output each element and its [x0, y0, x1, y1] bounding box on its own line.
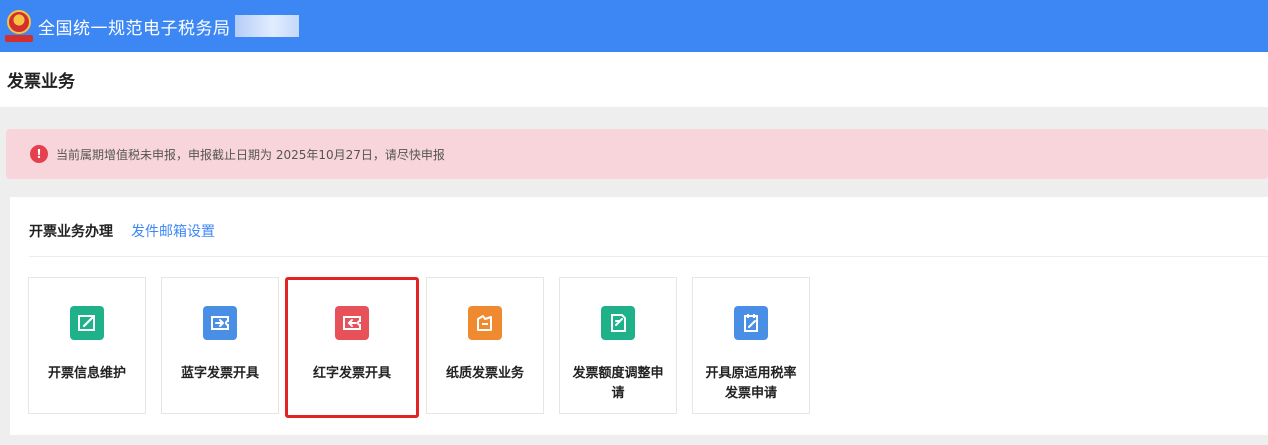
paper-invoice-icon: [468, 306, 502, 340]
panel-header: 开票业务办理 发件邮箱设置: [29, 221, 215, 241]
tax-rate-request-icon: [734, 306, 768, 340]
exclamation-icon: !: [30, 145, 48, 163]
card-label: 开具原适用税率发票申请: [705, 366, 797, 401]
invoicing-panel: 开票业务办理 发件邮箱设置 开票信息维护 蓝字发票开具 红字发票开具 纸质发票业…: [10, 197, 1268, 435]
blue-invoice-icon: [203, 306, 237, 340]
quota-adjust-icon: [601, 306, 635, 340]
edit-box-icon: [70, 306, 104, 340]
card-label: 红字发票开具: [312, 366, 391, 381]
card-red-invoice[interactable]: 红字发票开具: [285, 277, 419, 418]
alert-text: 当前属期增值税未申报，申报截止日期为 2025年10月27日，请尽快申报: [56, 147, 445, 162]
page-header: 发票业务: [0, 52, 1268, 107]
red-invoice-icon: [335, 306, 369, 340]
site-title: 全国统一规范电子税务局: [38, 18, 231, 39]
card-invoice-info-maintenance[interactable]: 开票信息维护: [28, 277, 146, 414]
card-original-tax-rate-request[interactable]: 开具原适用税率发票申请: [692, 277, 810, 414]
card-paper-invoice[interactable]: 纸质发票业务: [426, 277, 544, 414]
blurred-region: [234, 15, 299, 37]
card-label: 纸质发票业务: [445, 366, 524, 381]
sender-email-settings-link[interactable]: 发件邮箱设置: [131, 221, 215, 241]
page-title: 发票业务: [7, 72, 75, 92]
divider: [29, 256, 1268, 257]
tax-emblem-logo: [4, 8, 34, 44]
card-invoice-quota-adjust[interactable]: 发票额度调整申请: [559, 277, 677, 414]
card-blue-invoice[interactable]: 蓝字发票开具: [161, 277, 279, 414]
declaration-alert: ! 当前属期增值税未申报，申报截止日期为 2025年10月27日，请尽快申报: [6, 129, 1268, 179]
card-label: 蓝字发票开具: [180, 366, 259, 381]
card-label: 发票额度调整申请: [572, 366, 664, 401]
top-bar: 全国统一规范电子税务局: [0, 0, 1268, 52]
panel-title: 开票业务办理: [29, 224, 113, 240]
card-label: 开票信息维护: [47, 366, 126, 381]
